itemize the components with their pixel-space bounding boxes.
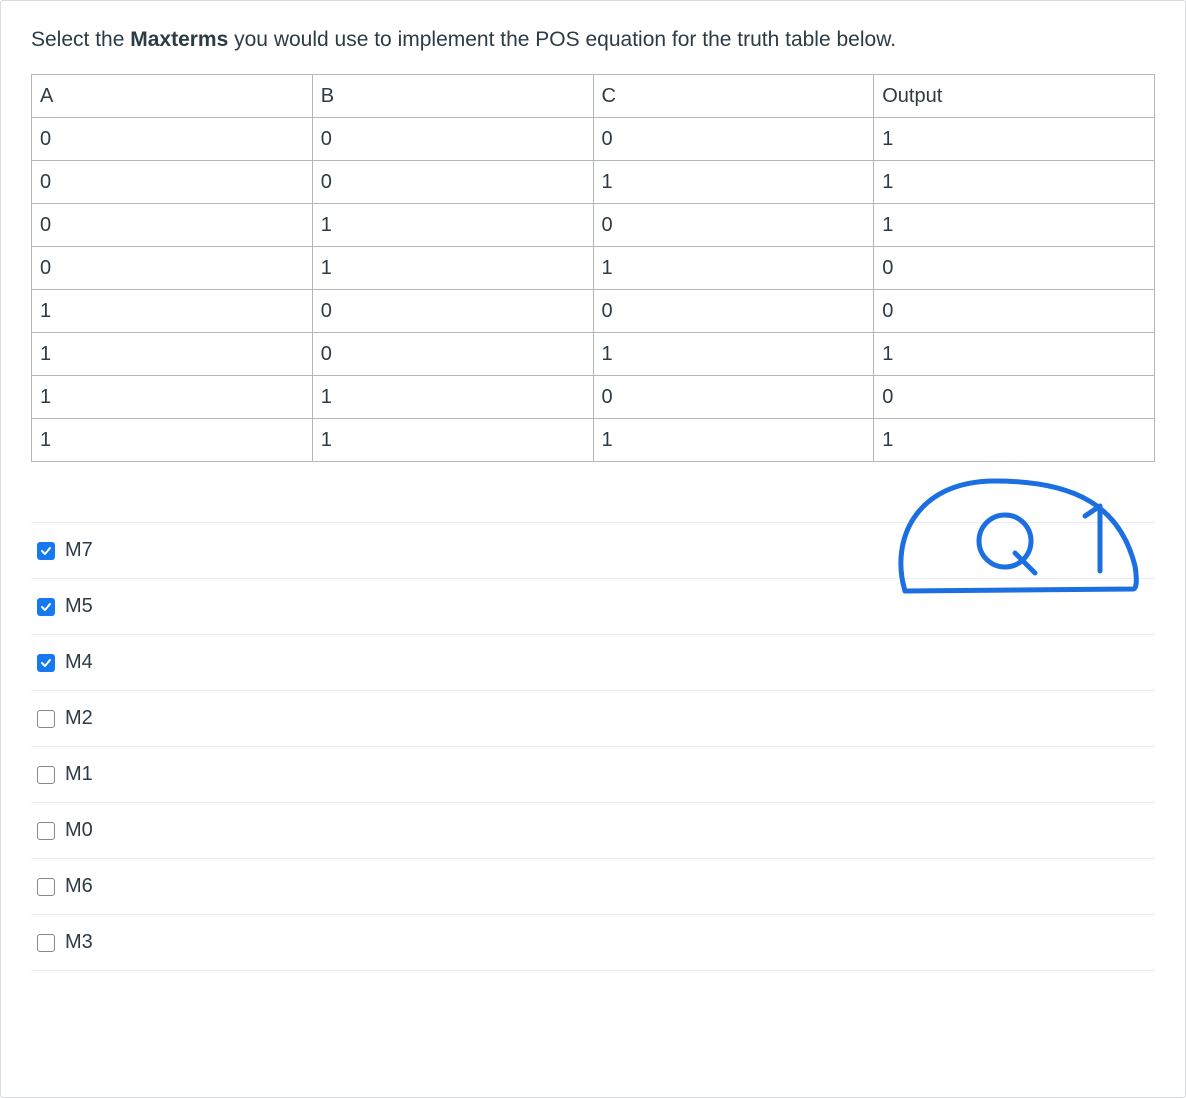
question-prompt: Select the Maxterms you would use to imp… <box>31 25 1155 54</box>
col-c: C <box>593 75 874 118</box>
table-cell: 0 <box>593 290 874 333</box>
checkbox[interactable] <box>37 822 55 840</box>
checkbox[interactable] <box>37 710 55 728</box>
checkbox[interactable] <box>37 654 55 672</box>
table-cell: 0 <box>874 247 1155 290</box>
table-cell: 1 <box>874 204 1155 247</box>
table-row: 0101 <box>32 204 1155 247</box>
table-row: 1011 <box>32 333 1155 376</box>
table-cell: 0 <box>32 118 313 161</box>
table-cell: 1 <box>874 161 1155 204</box>
table-cell: 0 <box>32 161 313 204</box>
table-cell: 0 <box>312 118 593 161</box>
table-cell: 1 <box>32 419 313 462</box>
table-cell: 1 <box>593 247 874 290</box>
col-output: Output <box>874 75 1155 118</box>
option-row[interactable]: M3 <box>31 915 1155 971</box>
table-cell: 1 <box>593 161 874 204</box>
col-b: B <box>312 75 593 118</box>
prompt-pre: Select the <box>31 28 130 51</box>
option-label: M0 <box>65 819 93 842</box>
table-cell: 1 <box>32 333 313 376</box>
table-cell: 1 <box>32 376 313 419</box>
table-cell: 1 <box>32 290 313 333</box>
option-label: M4 <box>65 651 93 674</box>
option-label: M3 <box>65 931 93 954</box>
option-row[interactable]: M0 <box>31 803 1155 859</box>
prompt-post: you would use to implement the POS equat… <box>228 28 896 51</box>
table-cell: 0 <box>593 118 874 161</box>
table-cell: 0 <box>312 333 593 376</box>
option-row[interactable]: M5 <box>31 579 1155 635</box>
option-label: M1 <box>65 763 93 786</box>
table-cell: 1 <box>312 419 593 462</box>
table-cell: 1 <box>874 118 1155 161</box>
table-cell: 0 <box>593 376 874 419</box>
table-cell: 0 <box>593 204 874 247</box>
col-a: A <box>32 75 313 118</box>
option-row[interactable]: M4 <box>31 635 1155 691</box>
prompt-bold: Maxterms <box>130 28 228 51</box>
table-row: 0011 <box>32 161 1155 204</box>
table-body: 00010011010101101000101111001111 <box>32 118 1155 462</box>
table-row: 1000 <box>32 290 1155 333</box>
table-cell: 1 <box>874 419 1155 462</box>
table-row: 1100 <box>32 376 1155 419</box>
option-label: M6 <box>65 875 93 898</box>
table-cell: 1 <box>593 419 874 462</box>
table-row: 1111 <box>32 419 1155 462</box>
table-cell: 0 <box>874 290 1155 333</box>
option-label: M2 <box>65 707 93 730</box>
table-cell: 0 <box>312 161 593 204</box>
options-list: M7 M5 M4 M2 M1 M0 M6 M3 <box>31 522 1155 971</box>
table-cell: 1 <box>312 376 593 419</box>
option-row[interactable]: M2 <box>31 691 1155 747</box>
table-cell: 1 <box>312 204 593 247</box>
option-label: M5 <box>65 595 93 618</box>
table-row: 0110 <box>32 247 1155 290</box>
option-row[interactable]: M7 <box>31 522 1155 579</box>
table-cell: 1 <box>874 333 1155 376</box>
checkbox[interactable] <box>37 542 55 560</box>
question-card: Select the Maxterms you would use to imp… <box>0 0 1186 1098</box>
table-cell: 1 <box>593 333 874 376</box>
table-row: 0001 <box>32 118 1155 161</box>
table-cell: 0 <box>312 290 593 333</box>
option-label: M7 <box>65 539 93 562</box>
checkbox[interactable] <box>37 878 55 896</box>
table-cell: 1 <box>312 247 593 290</box>
checkbox[interactable] <box>37 934 55 952</box>
option-row[interactable]: M1 <box>31 747 1155 803</box>
table-cell: 0 <box>874 376 1155 419</box>
table-cell: 0 <box>32 247 313 290</box>
checkbox[interactable] <box>37 598 55 616</box>
checkbox[interactable] <box>37 766 55 784</box>
table-header-row: A B C Output <box>32 75 1155 118</box>
truth-table: A B C Output 000100110101011010001011110… <box>31 74 1155 462</box>
table-cell: 0 <box>32 204 313 247</box>
option-row[interactable]: M6 <box>31 859 1155 915</box>
